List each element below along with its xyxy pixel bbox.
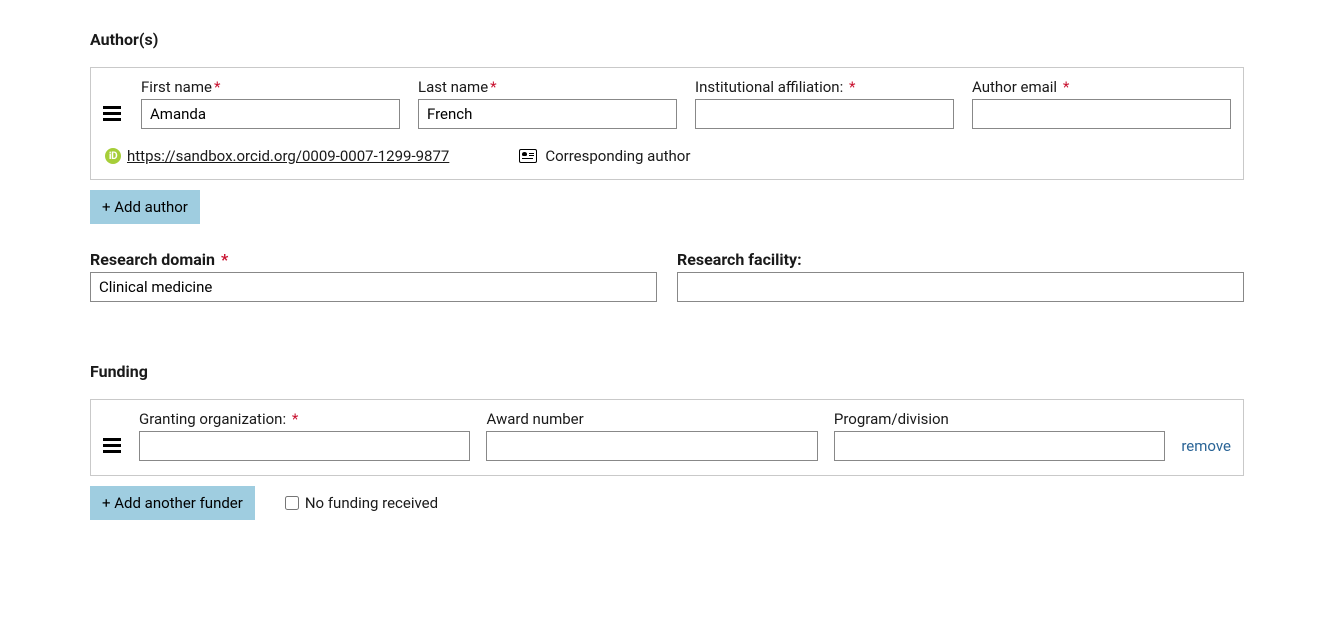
first-name-input[interactable] [141,99,400,129]
funding-heading: Funding [90,362,1244,381]
no-funding-label[interactable]: No funding received [305,494,438,512]
email-label: Author email * [972,78,1231,96]
contact-card-icon [519,149,537,163]
last-name-input[interactable] [418,99,677,129]
corresponding-label: Corresponding author [545,147,690,165]
corresponding-author-toggle[interactable]: Corresponding author [519,147,690,165]
program-division-label: Program/division [834,410,1165,428]
award-number-input[interactable] [486,431,817,461]
author-record: First name* Last name* Institutional aff… [90,67,1244,180]
research-domain-input[interactable] [90,272,657,302]
award-number-label: Award number [486,410,817,428]
email-input[interactable] [972,99,1231,129]
research-domain-label: Research domain * [90,250,657,269]
last-name-label: Last name* [418,78,677,96]
drag-handle-icon[interactable] [103,106,123,129]
granting-org-input[interactable] [139,431,470,461]
affiliation-input[interactable] [695,99,954,129]
granting-org-label: Granting organization: * [139,410,470,428]
drag-handle-icon[interactable] [103,438,123,461]
funder-record: Granting organization: * Award number Pr… [90,399,1244,476]
program-division-input[interactable] [834,431,1165,461]
orcid-group: iD https://sandbox.orcid.org/0009-0007-1… [105,147,449,165]
orcid-icon: iD [105,148,121,164]
research-facility-input[interactable] [677,272,1244,302]
add-author-button[interactable]: + Add author [90,190,200,224]
add-funder-button[interactable]: + Add another funder [90,486,255,520]
remove-funder-button[interactable]: remove [1181,437,1231,461]
affiliation-label: Institutional affiliation: * [695,78,954,96]
research-facility-label: Research facility: [677,250,1244,269]
no-funding-checkbox[interactable] [285,496,299,510]
authors-heading: Author(s) [90,30,1244,49]
first-name-label: First name* [141,78,400,96]
orcid-link[interactable]: https://sandbox.orcid.org/0009-0007-1299… [127,147,449,165]
